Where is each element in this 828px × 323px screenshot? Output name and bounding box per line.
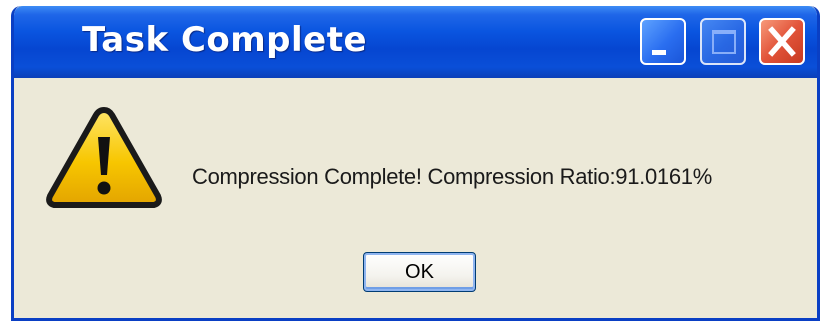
dialog-message: Compression Complete! Compression Ratio:… <box>192 164 712 189</box>
title-bar[interactable]: Task Complete <box>14 6 817 78</box>
window-title: Task Complete <box>82 20 368 60</box>
warning-icon <box>46 107 162 208</box>
ok-button[interactable]: OK <box>363 252 476 292</box>
minimize-icon <box>652 50 666 55</box>
dialog-body: Compression Complete! Compression Ratio:… <box>14 78 817 318</box>
close-button[interactable] <box>759 18 805 65</box>
maximize-button[interactable] <box>700 18 746 65</box>
dialog-window: Task Complete Compression Complete! Comp… <box>11 6 820 321</box>
maximize-icon <box>712 30 736 54</box>
close-icon <box>768 26 796 57</box>
minimize-button[interactable] <box>640 18 686 65</box>
